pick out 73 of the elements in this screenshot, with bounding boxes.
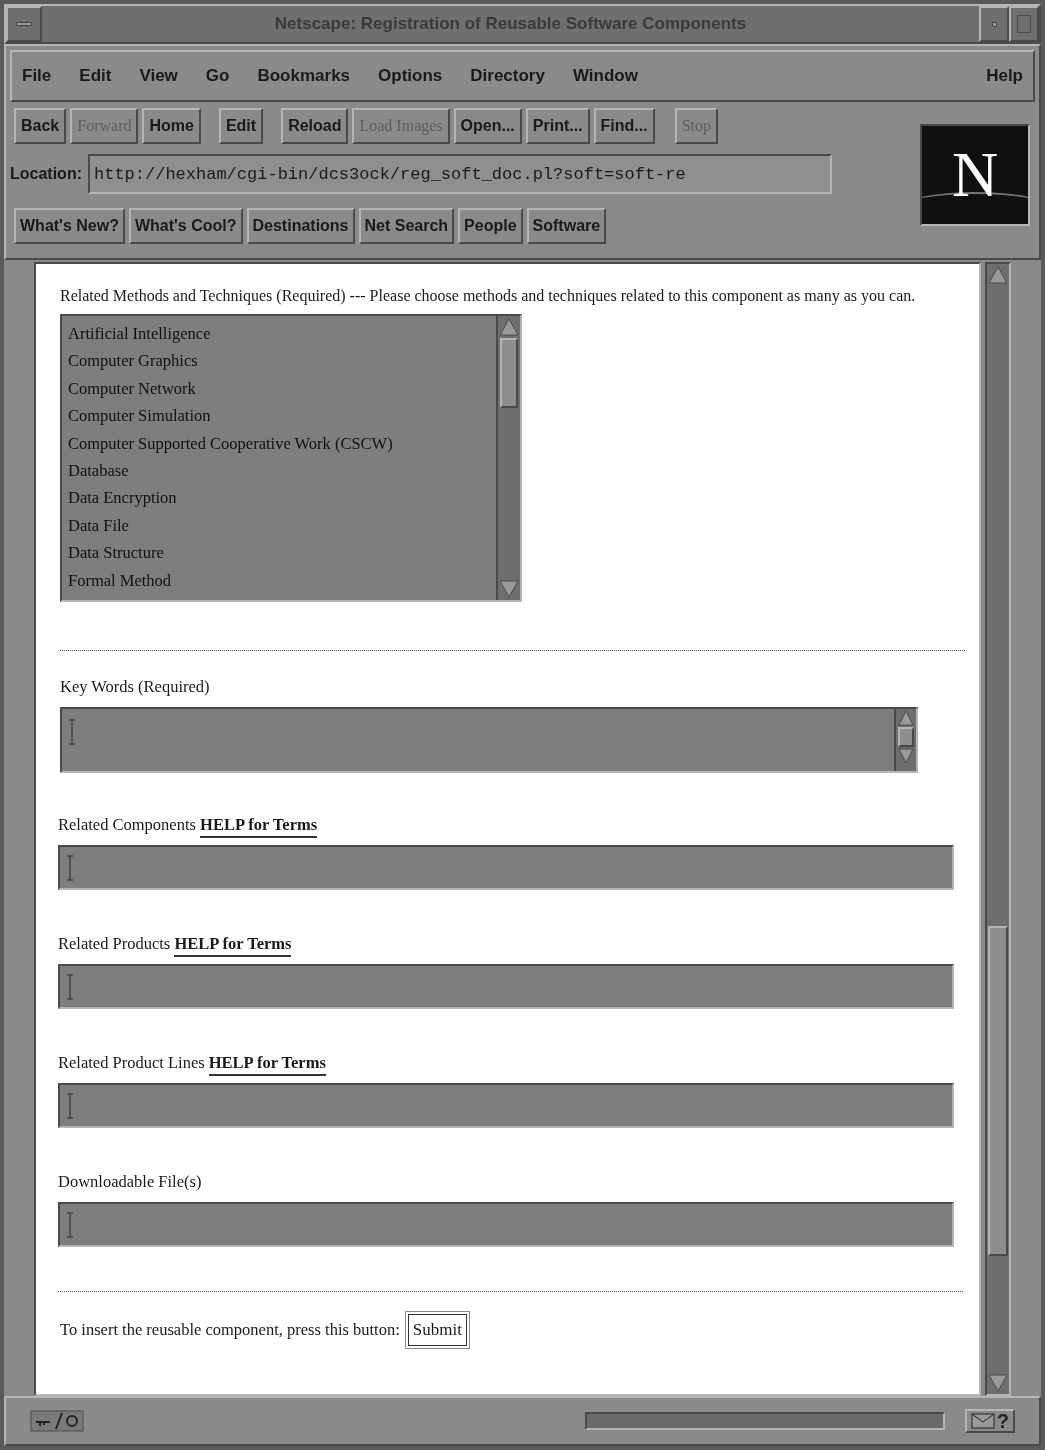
- mail-icon[interactable]: [970, 1412, 995, 1430]
- text-cursor-icon: [66, 1212, 74, 1238]
- list-option[interactable]: Artificial Intelligence: [68, 320, 496, 348]
- text-field[interactable]: [58, 1083, 954, 1128]
- scroll-down-icon[interactable]: [498, 578, 520, 600]
- menu-item[interactable]: Go: [203, 63, 232, 89]
- toolbar-button[interactable]: Home: [142, 108, 201, 144]
- scroll-thumb[interactable]: [898, 727, 914, 747]
- scroll-up-icon[interactable]: [897, 709, 915, 727]
- menu-item[interactable]: Directory: [468, 63, 547, 89]
- location-field[interactable]: http://hexham/cgi-bin/dcs3ock/reg_soft_doc.pl?soft=soft-re: [88, 154, 832, 194]
- scroll-up-icon[interactable]: [987, 264, 1009, 286]
- field-label: Related Components HELP for Terms: [58, 813, 943, 837]
- text-cursor-icon: [66, 855, 74, 881]
- logo-letter: N: [951, 143, 999, 207]
- scroll-thumb[interactable]: [988, 926, 1008, 1256]
- toolbar-button[interactable]: Reload: [281, 108, 349, 144]
- window-menu-button[interactable]: [6, 6, 42, 42]
- list-option[interactable]: Formal Method: [68, 566, 496, 594]
- toolbar-button[interactable]: Edit: [218, 108, 264, 144]
- menu-item[interactable]: View: [137, 63, 180, 89]
- instruction-text: Related Methods and Techniques (Required) --- Please choose methods and techniques related to this component as many as you can.: [60, 286, 917, 307]
- menu-item[interactable]: File: [20, 63, 54, 89]
- field-label: Related Products HELP for Terms: [58, 932, 943, 956]
- help-link[interactable]: HELP for Terms: [208, 1053, 326, 1076]
- location-label: Location:: [10, 164, 82, 184]
- directory-button[interactable]: Net Search: [358, 208, 455, 244]
- text-field[interactable]: [58, 845, 954, 890]
- list-option[interactable]: Data Encryption: [68, 484, 496, 512]
- methods-listbox[interactable]: Artificial Intelligence Computer Graphics Computer Network Computer Simulation Computer Supported Cooperative Work (CSCW) Database Data Encryption Data File Data Structure Formal Method: [60, 314, 522, 602]
- field-label: Key Words (Required): [60, 676, 211, 698]
- field-label: Related Product Lines HELP for Terms: [58, 1051, 943, 1075]
- directory-button[interactable]: People: [458, 208, 523, 244]
- menu-item[interactable]: Options: [376, 63, 445, 89]
- text-cursor-icon: [68, 719, 76, 745]
- list-option[interactable]: Computer Supported Cooperative Work (CSCW): [68, 429, 496, 457]
- list-option[interactable]: Computer Network: [68, 374, 496, 403]
- menu-item[interactable]: Bookmarks: [255, 63, 353, 89]
- scroll-thumb[interactable]: [500, 338, 518, 408]
- text-field[interactable]: [58, 1202, 954, 1247]
- text-field[interactable]: [58, 964, 954, 1009]
- menu-item[interactable]: Edit: [77, 63, 114, 89]
- help-link[interactable]: HELP for Terms: [200, 815, 318, 838]
- toolbar-button[interactable]: Back: [14, 108, 67, 144]
- submit-prompt: To insert the reusable component, press this button:: [60, 1318, 400, 1341]
- scroll-down-icon[interactable]: [897, 747, 915, 765]
- menu-item[interactable]: Help: [984, 63, 1025, 89]
- toolbar-button[interactable]: Print...: [525, 108, 590, 144]
- toolbar-button[interactable]: Find...: [593, 108, 655, 144]
- menu-item[interactable]: Window: [570, 63, 640, 89]
- submit-button[interactable]: Submit: [407, 1314, 467, 1346]
- toolbar-button[interactable]: Open...: [453, 108, 522, 144]
- list-option[interactable]: Computer Graphics: [68, 347, 496, 375]
- minimize-button[interactable]: [979, 6, 1009, 42]
- listbox-scrollbar[interactable]: [496, 316, 520, 600]
- help-link[interactable]: HELP for Terms: [174, 934, 292, 957]
- maximize-button[interactable]: [1009, 6, 1039, 42]
- field-label: Downloadable File(s): [58, 1171, 203, 1193]
- list-option[interactable]: Data File: [68, 511, 496, 540]
- list-option[interactable]: Database: [68, 456, 496, 485]
- text-cursor-icon: [66, 1093, 74, 1119]
- security-key-icon[interactable]: [30, 1410, 84, 1432]
- directory-button[interactable]: What's New?: [14, 208, 125, 244]
- directory-button[interactable]: Software: [526, 208, 607, 244]
- page-scrollbar[interactable]: [985, 262, 1011, 1396]
- directory-button[interactable]: What's Cool?: [128, 208, 243, 244]
- keywords-textarea[interactable]: [60, 707, 918, 773]
- list-option[interactable]: Computer Simulation: [68, 402, 496, 430]
- directory-button[interactable]: Destinations: [246, 208, 355, 244]
- text-cursor-icon: [66, 974, 74, 1000]
- textarea-scrollbar[interactable]: [894, 709, 916, 771]
- list-option[interactable]: Data Structure: [68, 539, 496, 567]
- scroll-down-icon[interactable]: [987, 1372, 1009, 1394]
